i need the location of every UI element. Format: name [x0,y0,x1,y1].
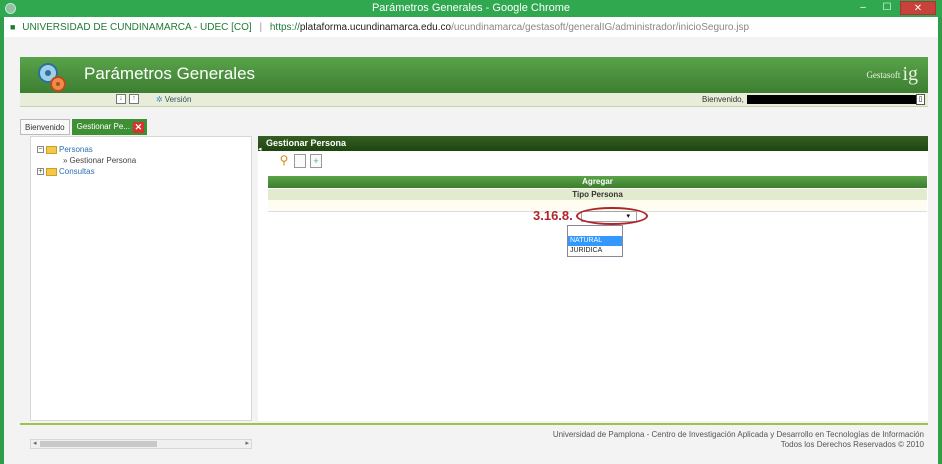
option-juridica[interactable]: JURIDICA [568,246,622,256]
chrome-icon [5,3,16,14]
tree-item-gestionar-persona[interactable]: » Gestionar Persona [63,156,136,165]
tree-node-label: Personas [59,145,93,154]
user-menu-button[interactable]: ▯ [916,94,925,105]
address-separator: | [259,22,263,33]
tab-label: Bienvenido [25,123,65,132]
url-scheme: https:// [269,22,300,33]
folder-icon [46,167,57,176]
horizontal-scrollbar[interactable]: ◂ ▸ [30,439,252,449]
scroll-left-icon[interactable]: ◂ [33,439,37,447]
browser-window: Parámetros Generales - Google Chrome – ☐… [0,0,942,464]
window-title: Parámetros Generales - Google Chrome [371,2,571,14]
tree-node-personas[interactable]: − Personas [37,145,93,154]
scroll-right-icon[interactable]: ▸ [245,439,249,447]
add-document-icon[interactable]: + [310,154,322,168]
document-icon[interactable] [294,154,306,168]
site-organization: UNIVERSIDAD DE CUNDINAMARCA - UDEC [CO] [22,22,252,33]
form-section-header: Agregar [268,176,927,188]
footer-divider [20,423,928,425]
brand-big: ig [902,63,918,85]
tree-item-label: Gestionar Persona [69,156,137,165]
version-link[interactable]: ✲ Versión [156,95,191,104]
search-icon[interactable]: ⚲ [278,154,290,168]
toolbar-icons: ↓ ↑ [116,94,139,104]
upload-icon[interactable]: ↑ [129,94,139,104]
tree-node-label: Consultas [59,167,95,176]
tab-bienvenido[interactable]: Bienvenido [20,119,70,135]
folder-icon [46,145,57,154]
expand-icon[interactable]: + [37,168,44,175]
highlight-ellipse [576,207,648,225]
gear-logo-icon [38,63,66,92]
collapse-panel-icon[interactable]: ◂ [258,145,263,154]
app-title: Parámetros Generales [84,64,256,83]
toolbar-strip: ↓ ↑ ✲ Versión Bienvenido, ▯ [20,93,928,107]
option-natural[interactable]: NATURAL [568,236,622,246]
tipo-persona-options: NATURAL JURIDICA [567,225,623,257]
app-header: Parámetros Generales Gestasoft ig [20,57,928,93]
step-annotation: 3.16.8. [533,208,573,223]
url-path: /ucundinamarca/gestasoft/generalIG/admin… [451,22,750,33]
close-button[interactable]: ✕ [900,1,936,15]
title-bar: Parámetros Generales - Google Chrome – ☐… [0,0,942,17]
tree-node-consultas[interactable]: + Consultas [37,167,95,176]
chevron-right-icon: » [63,156,68,165]
navigation-tree: − Personas » Gestionar Persona + Consult… [30,136,252,421]
address-bar[interactable]: ■ UNIVERSIDAD DE CUNDINAMARCA - UDEC [CO… [4,17,938,37]
minimize-button[interactable]: – [852,1,874,15]
url-host: plataforma.ucundinamarca.edu.co [299,22,452,33]
scroll-thumb[interactable] [40,441,157,447]
option-empty[interactable] [568,226,622,236]
footer: Universidad de Pamplona - Centro de Inve… [553,430,924,450]
tab-close-icon[interactable]: ✕ [132,121,144,133]
brand-logo: Gestasoft ig [866,63,918,86]
version-label: Versión [164,95,192,104]
panel-toolbar: ⚲ + [278,154,322,168]
maximize-button[interactable]: ☐ [876,1,898,15]
download-icon[interactable]: ↓ [116,94,126,104]
footer-line-1: Universidad de Pamplona - Centro de Inve… [552,430,924,439]
tab-gestionar-persona[interactable]: Gestionar Pe... ✕ [71,119,147,135]
field-label-tipo-persona: Tipo Persona [268,189,927,200]
main-panel: Gestionar Persona ⚲ + Agregar Tipo Perso… [258,136,928,421]
panel-header: Gestionar Persona [258,136,928,151]
tab-label: Gestionar Pe... [76,122,130,131]
footer-line-2: Todos los Derechos Reservados © 2010 [780,440,924,449]
redacted-username [747,95,917,104]
welcome-label: Bienvenido, [702,95,744,104]
brand-small: Gestasoft [866,69,901,80]
window-controls: – ☐ ✕ [852,1,936,15]
version-icon: ✲ [156,95,163,104]
collapse-icon[interactable]: − [37,146,44,153]
tipo-persona-row: 3.16.8. ▾ [268,200,927,225]
tab-strip: Bienvenido Gestionar Pe... ✕ [20,119,147,135]
page-content: Parámetros Generales Gestasoft ig ↓ ↑ ✲ Ve… [4,37,938,464]
lock-icon: ■ [10,22,16,32]
